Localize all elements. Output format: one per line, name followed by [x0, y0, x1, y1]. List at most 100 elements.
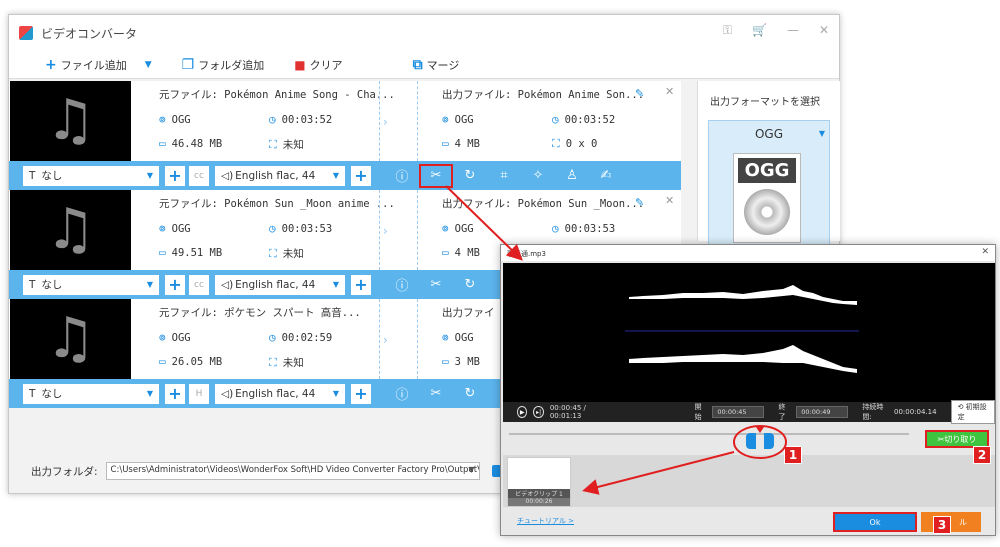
scissors-icon[interactable]: ✂ [419, 163, 453, 188]
folder-icon: ❐ [181, 56, 195, 73]
clock-icon: ◷ [552, 113, 559, 126]
close-icon[interactable]: ✕ [819, 23, 829, 38]
hdr-icon[interactable]: H [189, 383, 209, 404]
source-file-name: 元ファイル: Pokémon Anime Song - Cha... [159, 89, 395, 101]
output-format: ⊚ OGG [442, 222, 474, 235]
scissors-icon[interactable]: ✂ [419, 273, 453, 297]
source-size: ▭ 26.05 MB [159, 355, 223, 368]
list-item[interactable]: ♫ 元ファイル: Pokémon Anime Song - Cha... ⊚ OG… [9, 81, 681, 190]
info-icon[interactable]: ⓘ [385, 273, 419, 297]
source-size: ▭ 49.51 MB [159, 246, 223, 259]
divider [379, 190, 380, 270]
crop-icon[interactable]: ⌗ [487, 164, 521, 188]
add-subtitle-button[interactable]: + [165, 274, 185, 295]
playback-time: 00:00:45 / 00:01:13 [549, 404, 586, 420]
edit-pen-icon[interactable]: ✎ [635, 87, 644, 100]
add-subtitle-button[interactable]: + [165, 165, 185, 186]
audio-track-select[interactable]: ◁) English flac, 44 ▼ [215, 383, 345, 404]
output-file-name: 出力ファイル: Pokémon Anime Son... [442, 89, 645, 101]
chevron-right-icon: › [383, 224, 388, 238]
merge-button[interactable]: ⧉ マージ [413, 57, 460, 73]
subtitle-select[interactable]: T なし ▼ [23, 165, 159, 186]
format-panel: 出力フォーマットを選択 OGG ▼ OGG [697, 81, 840, 250]
cart-icon[interactable]: 🛒 [752, 23, 767, 38]
speaker-icon: ◁) [221, 387, 234, 400]
chevron-down-icon[interactable]: ▼ [468, 465, 474, 474]
source-resolution: ⛶ 未知 [269, 355, 304, 370]
info-icon[interactable]: ⓘ [385, 382, 419, 406]
add-folder-button[interactable]: ❐ フォルダ追加 [182, 57, 265, 73]
add-subtitle-button[interactable]: + [165, 383, 185, 404]
output-format: ⊚ OGG [442, 331, 474, 344]
trim-track[interactable] [509, 433, 909, 435]
chevron-right-icon: › [383, 333, 388, 347]
end-time-input[interactable]: 00:00:49 [796, 406, 849, 418]
format-selector[interactable]: OGG ▼ OGG [708, 120, 830, 250]
close-icon[interactable]: ✕ [981, 247, 989, 257]
clear-button[interactable]: ■ クリア [294, 57, 342, 73]
speaker-icon: ◁) [221, 278, 234, 291]
rotate-icon[interactable]: ↻ [453, 382, 487, 406]
dropdown-arrow-icon[interactable]: ▼ [145, 60, 152, 70]
subtitle-select[interactable]: T なし ▼ [23, 383, 159, 404]
scissors-icon: ✂ [937, 434, 945, 444]
ok-button[interactable]: Ok [833, 512, 917, 532]
clip-time: 00:00:26 [508, 498, 570, 506]
chevron-down-icon: ▼ [332, 389, 339, 398]
add-audio-button[interactable]: + [351, 383, 371, 404]
output-resolution: ⛶ 0 x 0 [552, 137, 598, 150]
rotate-icon[interactable]: ↻ [453, 273, 487, 297]
key-icon[interactable]: ⚿ [723, 23, 732, 38]
source-duration: ◷ 00:03:53 [269, 222, 333, 235]
rotate-icon[interactable]: ↻ [453, 164, 487, 188]
source-resolution: ⛶ 未知 [269, 246, 304, 261]
cc-icon[interactable]: cc [189, 165, 209, 186]
clock-icon: ◷ [552, 222, 559, 235]
subtitle-edit-icon[interactable]: ✍ [589, 164, 623, 188]
effects-icon[interactable]: ✧ [521, 164, 555, 188]
text-icon: T [29, 278, 36, 291]
format-icon: ⊚ [442, 113, 449, 126]
edit-pen-icon[interactable]: ✎ [635, 196, 644, 209]
info-icon[interactable]: ⓘ [385, 164, 419, 188]
subtitle-select[interactable]: T なし ▼ [23, 274, 159, 295]
duration-label: 持続時間: [862, 403, 884, 421]
resolution-icon: ⛶ [269, 137, 277, 151]
clock-icon: ◷ [269, 113, 276, 126]
play-icon[interactable]: ▶ [517, 406, 528, 418]
add-audio-button[interactable]: + [351, 274, 371, 295]
trim-end-handle[interactable] [764, 433, 774, 449]
step-badge-1: 1 [784, 446, 802, 464]
trim-start-handle[interactable] [746, 433, 756, 449]
remove-item-icon[interactable]: ✕ [665, 85, 674, 98]
minimize-icon[interactable]: — [787, 23, 799, 38]
divider [417, 190, 418, 270]
merge-icon: ⧉ [412, 56, 423, 73]
tutorial-link[interactable]: チュートリアル > [517, 516, 574, 526]
chevron-right-icon: › [383, 115, 388, 129]
watermark-icon[interactable]: ♙ [555, 164, 589, 188]
remove-item-icon[interactable]: ✕ [665, 194, 674, 207]
scissors-icon[interactable]: ✂ [419, 382, 453, 406]
add-file-button[interactable]: + ファイル追加 ▼ [45, 57, 152, 73]
audio-track-select[interactable]: ◁) English flac, 44 ▼ [215, 165, 345, 186]
cc-icon[interactable]: cc [189, 274, 209, 295]
output-file-name: 出力ファイ [442, 307, 495, 319]
output-size: ▭ 3 MB [442, 355, 480, 368]
trim-handles[interactable] [743, 427, 777, 451]
cancel-button[interactable]: ル [921, 512, 981, 532]
output-file-name: 出力ファイル: Pokémon Sun _Moon... [442, 198, 645, 210]
output-folder-input[interactable]: C:\Users\Administrator\Videos\WonderFox … [105, 462, 480, 480]
format-icon: ⊚ [159, 113, 166, 126]
video-clip[interactable]: ビデオクリップ 1 00:00:26 [507, 457, 571, 507]
add-audio-button[interactable]: + [351, 165, 371, 186]
reset-button[interactable]: ⟲ 初期設定 [950, 400, 995, 424]
chevron-down-icon: ▼ [332, 280, 339, 289]
next-frame-icon[interactable]: ▸| [533, 406, 544, 418]
audio-track-select[interactable]: ◁) English flac, 44 ▼ [215, 274, 345, 295]
start-time-input[interactable]: 00:00:45 [712, 406, 765, 418]
step-badge-2: 2 [973, 446, 991, 464]
music-note-icon: ♫ [45, 197, 96, 262]
divider [379, 299, 380, 379]
divider [379, 81, 380, 161]
